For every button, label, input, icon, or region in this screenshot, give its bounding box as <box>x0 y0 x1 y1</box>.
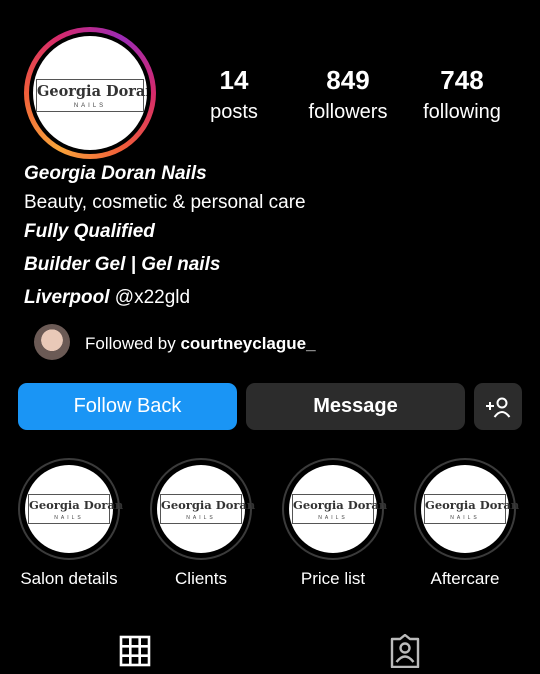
stat-followers[interactable]: 849 followers <box>298 66 398 124</box>
profile-name: Georgia Doran Nails <box>24 163 207 184</box>
bio-line-qualified: Fully Qualified <box>24 221 155 242</box>
follower-avatar[interactable] <box>34 324 70 360</box>
bio-location: Liverpool <box>24 287 110 308</box>
profile-category: Beauty, cosmetic & personal care <box>24 192 306 213</box>
followed-by[interactable]: Followed by courtneyclague_ <box>85 334 316 354</box>
stat-posts-label: posts <box>210 101 258 123</box>
logo-sub: NAILS <box>73 103 107 109</box>
bio-handle[interactable]: @x22gld <box>115 287 190 308</box>
grid-icon[interactable] <box>118 634 152 668</box>
bio-line-location: Liverpool @x22gld <box>24 287 190 309</box>
logo: Georgia Doran NAILS <box>36 79 147 112</box>
highlight-logo-name: Georgia Doran <box>293 498 388 512</box>
highlight-logo-sub: NAILS <box>318 515 348 521</box>
highlight-salon-details[interactable]: Georgia Doran NAILS <box>18 458 124 560</box>
highlight-logo-name: Georgia Doran <box>425 498 520 512</box>
profile-avatar[interactable]: Georgia Doran NAILS <box>24 27 156 159</box>
highlight-logo: Georgia Doran NAILS <box>28 494 124 524</box>
highlight-logo-sub: NAILS <box>450 515 480 521</box>
highlight-logo-sub: NAILS <box>186 515 216 521</box>
followed-by-user: courtneyclague_ <box>180 334 316 353</box>
highlight-logo: Georgia Doran NAILS <box>424 494 520 524</box>
stat-following[interactable]: 748 following <box>412 66 512 124</box>
stat-posts-value: 14 <box>219 65 249 95</box>
stat-following-value: 748 <box>440 65 484 95</box>
stat-followers-label: followers <box>308 101 388 123</box>
highlight-logo: Georgia Doran NAILS <box>160 494 256 524</box>
logo-name: Georgia Doran <box>37 83 147 100</box>
highlight-cover: Georgia Doran NAILS <box>289 465 388 553</box>
highlight-cover: Georgia Doran NAILS <box>25 465 124 553</box>
highlight-logo: Georgia Doran NAILS <box>292 494 388 524</box>
highlight-label: Price list <box>300 569 366 588</box>
highlight-cover: Georgia Doran NAILS <box>421 465 520 553</box>
stat-following-label: following <box>423 101 501 123</box>
add-person-button[interactable] <box>474 383 522 430</box>
tagged-icon[interactable] <box>388 634 422 668</box>
highlight-cover: Georgia Doran NAILS <box>157 465 256 553</box>
followed-by-prefix: Followed by <box>85 334 176 353</box>
highlight-label: Aftercare <box>430 569 500 588</box>
follow-back-button[interactable]: Follow Back <box>18 383 237 430</box>
highlight-label: Salon details <box>20 569 118 588</box>
stat-followers-value: 849 <box>326 65 370 95</box>
highlight-price-list[interactable]: Georgia Doran NAILS <box>282 458 388 560</box>
avatar-image: Georgia Doran NAILS <box>33 36 147 150</box>
stat-posts[interactable]: 14 posts <box>194 66 274 124</box>
highlight-logo-name: Georgia Doran <box>161 498 256 512</box>
add-person-icon <box>486 397 511 418</box>
highlight-logo-name: Georgia Doran <box>29 498 124 512</box>
highlight-clients[interactable]: Georgia Doran NAILS <box>150 458 256 560</box>
highlight-aftercare[interactable]: Georgia Doran NAILS <box>414 458 520 560</box>
highlight-label: Clients <box>175 569 227 588</box>
highlight-logo-sub: NAILS <box>54 515 84 521</box>
bio-line-services: Builder Gel | Gel nails <box>24 254 221 275</box>
message-button[interactable]: Message <box>246 383 465 430</box>
